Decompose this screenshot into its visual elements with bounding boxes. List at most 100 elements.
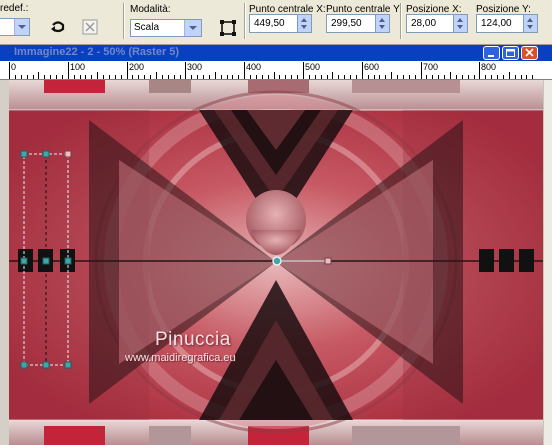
- toolbar-separator: [400, 3, 402, 39]
- close-button[interactable]: [521, 46, 538, 60]
- maximize-icon: [506, 49, 515, 57]
- center-x-field[interactable]: 449,50: [249, 14, 312, 33]
- ruler-minor-tick: [138, 75, 139, 79]
- ruler-minor-tick: [315, 75, 316, 79]
- toolbar-separator: [244, 3, 246, 39]
- ruler-minor-tick: [80, 75, 81, 79]
- ruler-minor-tick: [56, 75, 57, 79]
- ruler-minor-tick: [221, 75, 222, 79]
- ruler-minor-tick: [297, 75, 298, 79]
- ruler-minor-tick: [279, 75, 280, 79]
- ruler-minor-tick: [497, 75, 498, 79]
- ruler-major-tick: [127, 62, 128, 79]
- ruler-minor-tick: [426, 75, 427, 79]
- ruler-major-tick: [185, 62, 186, 79]
- center-y-field[interactable]: 299,50: [326, 14, 390, 33]
- ruler-minor-tick: [227, 75, 228, 79]
- spinner-arrows-icon[interactable]: [523, 15, 537, 32]
- ruler-major-tick: [68, 62, 69, 79]
- ruler-label: 500: [305, 62, 321, 72]
- pos-y-value: 124,00: [481, 18, 512, 29]
- object-button[interactable]: [80, 17, 100, 37]
- pos-x-value: 28,00: [411, 18, 437, 29]
- ruler-minor-tick: [438, 75, 439, 79]
- ruler-minor-tick: [74, 75, 75, 79]
- ruler-minor-tick: [209, 75, 210, 79]
- ruler-minor-tick: [268, 75, 269, 79]
- watermark-url: www.maidiregrafica.eu: [125, 352, 236, 364]
- ruler-minor-tick: [327, 75, 328, 79]
- watermark-name: Pinuccia: [155, 329, 231, 350]
- ruler-minor-tick: [474, 75, 475, 79]
- document-title: Immagine22 - 2 - 50% (Raster 5): [14, 46, 180, 58]
- ruler-minor-tick: [238, 75, 239, 79]
- ruler-minor-tick: [397, 75, 398, 79]
- ruler-minor-tick: [262, 75, 263, 79]
- vertical-scrollbar[interactable]: [543, 80, 552, 445]
- ruler-minor-tick: [456, 75, 457, 79]
- ruler-minor-tick: [391, 72, 392, 79]
- preset-dropdown[interactable]: [0, 18, 30, 36]
- center-y-value: 299,50: [331, 18, 362, 29]
- ruler-minor-tick: [97, 72, 98, 79]
- ruler-minor-tick: [115, 75, 116, 79]
- ruler-label: 700: [423, 62, 439, 72]
- tool-options-bar: redef.: Modalità: Scala Punto centrale X…: [0, 0, 552, 45]
- horizontal-ruler: 0 100 200 300 400 500 600 700 800: [0, 61, 552, 80]
- ruler-minor-tick: [374, 75, 375, 79]
- maximize-button[interactable]: [502, 46, 519, 60]
- ruler-major-tick: [244, 62, 245, 79]
- spinner-arrows-icon[interactable]: [375, 15, 389, 32]
- ruler-minor-tick: [515, 75, 516, 79]
- pos-x-field[interactable]: 28,00: [406, 14, 468, 33]
- ruler-minor-tick: [180, 75, 181, 79]
- ruler-minor-tick: [285, 75, 286, 79]
- ruler-minor-tick: [27, 75, 28, 79]
- ruler-minor-tick: [344, 75, 345, 79]
- ruler-minor-tick: [503, 75, 504, 79]
- ruler-minor-tick: [38, 72, 39, 79]
- ruler-minor-tick: [338, 75, 339, 79]
- ruler-minor-tick: [526, 75, 527, 79]
- ruler-minor-tick: [462, 75, 463, 79]
- ruler-minor-tick: [291, 75, 292, 79]
- spinner-arrows-icon[interactable]: [297, 15, 311, 32]
- ruler-label: 300: [187, 62, 203, 72]
- ruler-major-tick: [303, 62, 304, 79]
- preset-label: redef.:: [0, 3, 29, 14]
- ruler-major-tick: [9, 62, 10, 79]
- ruler-minor-tick: [403, 75, 404, 79]
- center-x-value: 449,50: [254, 18, 285, 29]
- ruler-minor-tick: [350, 75, 351, 79]
- ruler-minor-tick: [62, 75, 63, 79]
- ruler-minor-tick: [197, 75, 198, 79]
- ruler-minor-tick: [444, 75, 445, 79]
- ruler-minor-tick: [21, 75, 22, 79]
- ruler-minor-tick: [356, 75, 357, 79]
- ruler-minor-tick: [150, 75, 151, 79]
- fit-to-canvas-button[interactable]: [218, 18, 238, 38]
- ruler-minor-tick: [509, 72, 510, 79]
- reset-icon: [51, 21, 65, 33]
- image-canvas[interactable]: Pinuccia www.maidiregrafica.eu: [9, 80, 543, 445]
- ruler-minor-tick: [485, 75, 486, 79]
- minimize-button[interactable]: [483, 46, 500, 60]
- chevron-down-icon[interactable]: [184, 20, 201, 36]
- ruler-minor-tick: [256, 75, 257, 79]
- document-title-bar[interactable]: Immagine22 - 2 - 50% (Raster 5): [0, 45, 552, 61]
- spinner-arrows-icon[interactable]: [453, 15, 467, 32]
- minimize-icon: [488, 55, 494, 57]
- ruler-minor-tick: [168, 75, 169, 79]
- mode-select[interactable]: Scala: [130, 19, 202, 37]
- ruler-minor-tick: [415, 75, 416, 79]
- ruler-major-tick: [421, 62, 422, 79]
- ruler-label: 200: [129, 62, 145, 72]
- pos-y-field[interactable]: 124,00: [476, 14, 538, 33]
- ruler-minor-tick: [409, 75, 410, 79]
- ruler-minor-tick: [532, 75, 533, 79]
- ruler-minor-tick: [50, 75, 51, 79]
- reset-button[interactable]: [48, 17, 68, 37]
- ruler-minor-tick: [379, 75, 380, 79]
- object-icon: [82, 19, 98, 35]
- ruler-label: 600: [364, 62, 380, 72]
